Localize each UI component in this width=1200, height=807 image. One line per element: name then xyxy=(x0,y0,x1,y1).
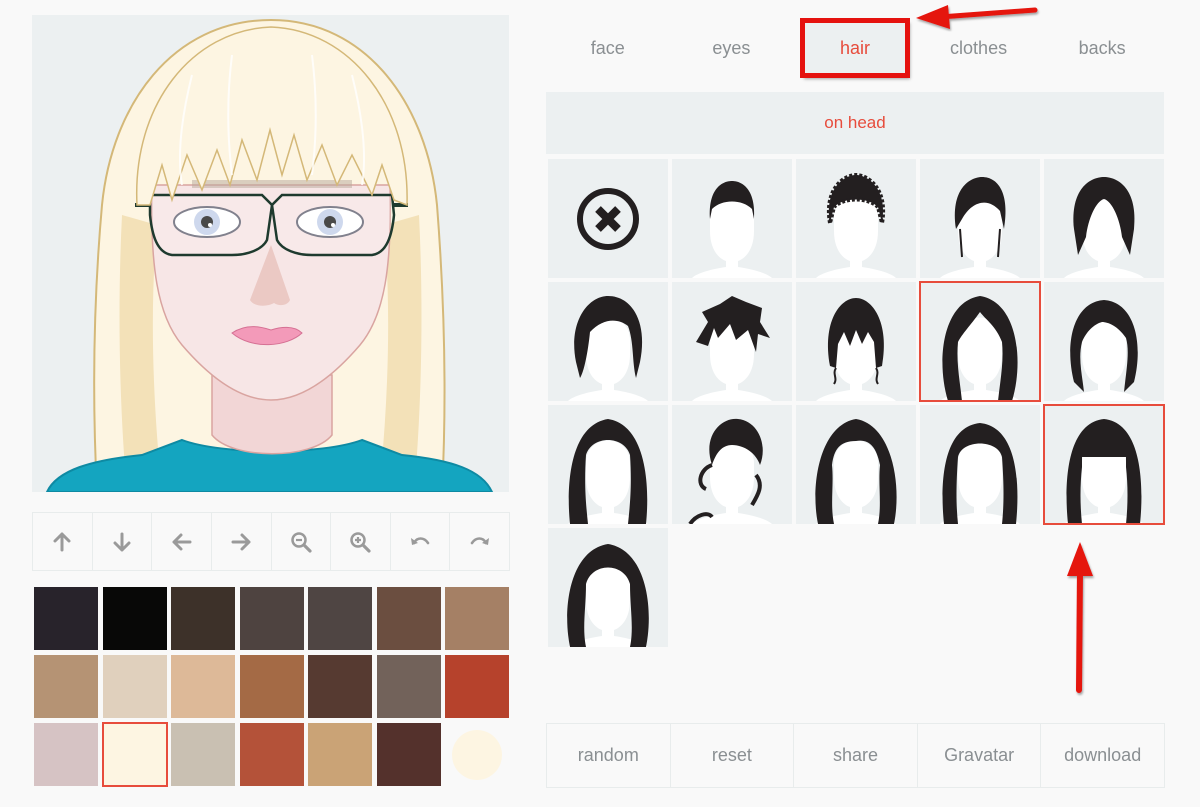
tab-backs[interactable]: backs xyxy=(1040,20,1164,76)
hair-option-long-layered[interactable] xyxy=(548,528,668,647)
color-swatch[interactable] xyxy=(101,722,168,787)
tab-face[interactable]: face xyxy=(546,20,670,76)
arrow-right-icon xyxy=(231,533,251,550)
color-swatch[interactable] xyxy=(445,655,509,718)
action-bar: random reset share Gravatar download xyxy=(546,723,1165,788)
hair-option-bob-middle-part[interactable] xyxy=(1044,159,1164,278)
color-swatch[interactable] xyxy=(308,723,372,786)
hair-option-side-swept-short[interactable] xyxy=(920,159,1040,278)
download-button[interactable]: download xyxy=(1041,724,1164,787)
hair-style-icon xyxy=(940,423,1020,524)
hair-option-bangs-curly-ends[interactable] xyxy=(796,282,916,401)
move-up-button[interactable] xyxy=(33,513,93,570)
tab-clothes[interactable]: clothes xyxy=(917,20,1041,76)
hair-option-updo-curly[interactable] xyxy=(672,405,792,524)
undo-button[interactable] xyxy=(391,513,451,570)
hair-style-icon xyxy=(568,419,648,524)
color-swatch[interactable] xyxy=(171,723,235,786)
hair-option-medium-side-bangs[interactable] xyxy=(1044,282,1164,401)
color-swatch[interactable] xyxy=(239,723,304,786)
hair-option-long-straight-middle[interactable] xyxy=(548,405,668,524)
hair-style-icon xyxy=(692,181,772,278)
color-swatch[interactable] xyxy=(102,587,167,650)
hair-options-grid xyxy=(548,159,1166,647)
color-swatch[interactable] xyxy=(376,587,441,650)
hair-style-icon xyxy=(1064,419,1144,524)
category-tabs: face eyes hair clothes backs xyxy=(546,18,1164,78)
tab-hair[interactable]: hair xyxy=(793,18,917,78)
current-color-preview xyxy=(445,723,509,786)
color-swatch[interactable] xyxy=(239,587,304,650)
hair-style-icon xyxy=(688,418,772,524)
color-swatch[interactable] xyxy=(34,587,98,650)
redo-icon xyxy=(470,536,489,545)
hair-option-long-straight-bangs[interactable] xyxy=(1043,404,1165,525)
arrow-left-icon xyxy=(172,533,192,550)
move-right-button[interactable] xyxy=(212,513,272,570)
avatar-illustration xyxy=(45,18,494,492)
arrow-down-icon xyxy=(113,532,131,551)
color-swatch[interactable] xyxy=(308,655,372,718)
zoom-in-icon xyxy=(350,531,372,553)
hair-option-long-side-swept[interactable] xyxy=(919,281,1041,402)
hair-style-icon xyxy=(940,177,1020,278)
tab-eyes[interactable]: eyes xyxy=(670,20,794,76)
position-toolbar xyxy=(32,512,510,571)
hair-option-none[interactable] xyxy=(548,159,668,278)
hair-option-long-straight[interactable] xyxy=(920,405,1040,524)
zoom-out-button[interactable] xyxy=(272,513,332,570)
hair-option-short-crop[interactable] xyxy=(672,159,792,278)
tab-label: clothes xyxy=(950,37,1008,58)
hair-style-icon xyxy=(692,296,772,401)
zoom-out-icon xyxy=(291,531,312,553)
color-palette xyxy=(34,587,510,787)
hair-style-icon xyxy=(815,419,897,524)
share-button[interactable]: share xyxy=(794,724,918,787)
hair-style-icon xyxy=(1064,300,1144,401)
hair-style-icon xyxy=(816,298,896,401)
tab-label: eyes xyxy=(712,37,751,58)
hair-style-icon xyxy=(816,172,896,278)
hair-style-icon xyxy=(1064,177,1144,278)
random-button[interactable]: random xyxy=(547,724,671,787)
tab-label: hair xyxy=(799,18,910,78)
redo-button[interactable] xyxy=(450,513,509,570)
tab-label: backs xyxy=(1078,37,1126,58)
close-circle-icon xyxy=(577,188,639,250)
color-swatch[interactable] xyxy=(308,587,372,650)
color-swatch[interactable] xyxy=(102,655,167,718)
zoom-in-button[interactable] xyxy=(331,513,391,570)
color-swatch[interactable] xyxy=(376,655,441,718)
color-swatch[interactable] xyxy=(34,655,98,718)
color-swatch[interactable] xyxy=(376,723,441,786)
reset-button[interactable]: reset xyxy=(671,724,795,787)
hair-option-long-wavy[interactable] xyxy=(796,405,916,524)
hair-style-icon xyxy=(567,544,649,647)
hair-option-spiky-messy[interactable] xyxy=(672,282,792,401)
arrow-up-icon xyxy=(53,532,71,551)
color-swatch[interactable] xyxy=(34,723,98,786)
avatar-preview xyxy=(32,15,509,492)
hair-option-curly-short[interactable] xyxy=(796,159,916,278)
hair-style-icon xyxy=(568,296,648,401)
tab-label: face xyxy=(590,37,625,58)
color-swatch[interactable] xyxy=(445,587,509,650)
hair-option-wavy-short[interactable] xyxy=(548,282,668,401)
current-color-dot xyxy=(452,729,502,780)
hair-style-icon xyxy=(940,296,1020,401)
undo-icon xyxy=(411,536,430,545)
color-swatch[interactable] xyxy=(171,587,235,650)
color-swatch[interactable] xyxy=(239,655,304,718)
move-down-button[interactable] xyxy=(93,513,153,570)
gravatar-button[interactable]: Gravatar xyxy=(918,724,1042,787)
color-swatch[interactable] xyxy=(171,655,235,718)
subtab-on-head[interactable]: on head xyxy=(546,92,1164,154)
subtab-label: on head xyxy=(824,113,886,132)
move-left-button[interactable] xyxy=(152,513,212,570)
